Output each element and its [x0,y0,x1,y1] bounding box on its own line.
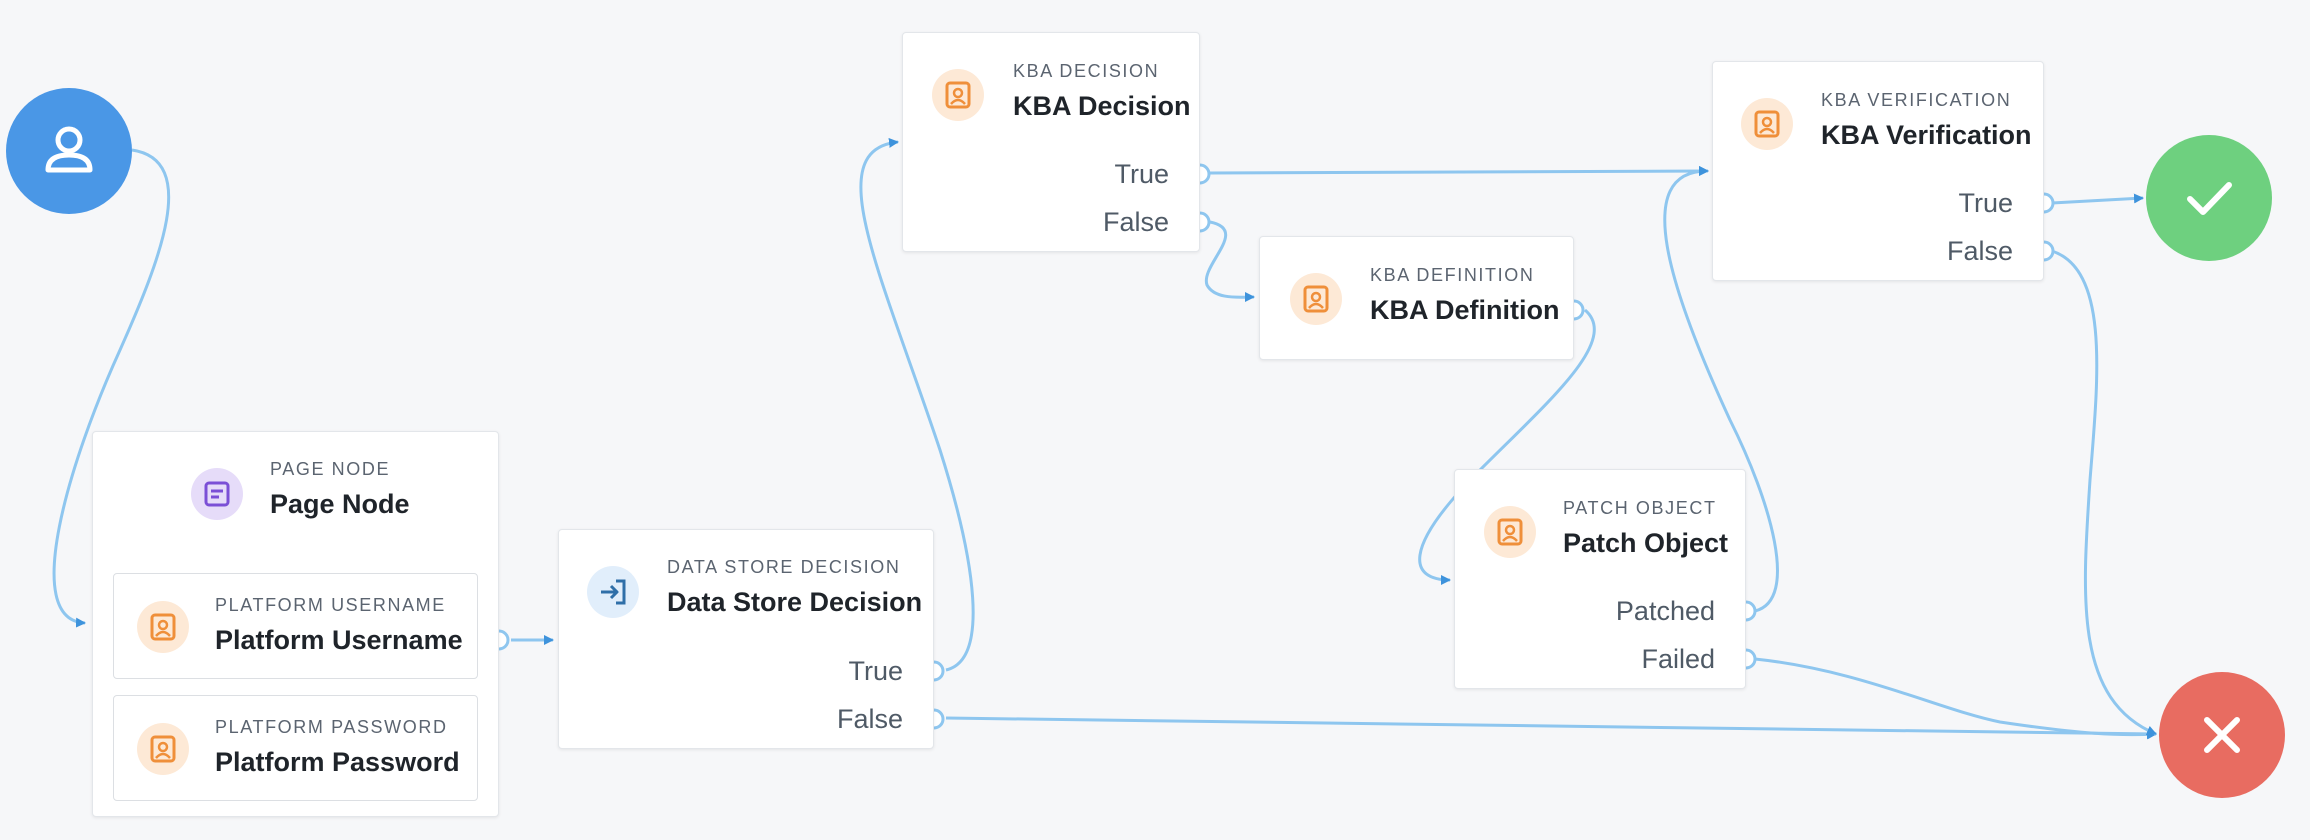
node-subtitle: DATA STORE DECISION [667,557,901,577]
outcome-label-true: True [1958,188,2013,218]
node-subtitle: KBA DEFINITION [1370,265,1535,285]
wire-data-store-false-to-failure [945,716,2157,739]
outcome-label-false: False [1102,207,1169,237]
person-card-icon [1290,273,1342,325]
wire-kba-decision-true-to-kba-verification [1209,166,1709,177]
node-title: Patch Object [1563,528,1729,558]
person-card-icon [1484,506,1536,558]
outcome-label-false: False [1946,236,2013,266]
outcome-label-patched: Patched [1615,596,1715,626]
failure-node[interactable] [2159,672,2285,798]
child-node-subtitle: PLATFORM USERNAME [215,595,446,615]
start-node[interactable] [6,88,132,214]
person-card-icon [1741,98,1793,150]
kba-verification-node[interactable]: KBA VERIFICATION KBA Verification True F… [1712,61,2044,281]
node-subtitle: KBA DECISION [1013,61,1160,81]
data-store-decision-node[interactable]: DATA STORE DECISION Data Store Decision … [558,529,934,749]
node-subtitle: PATCH OBJECT [1563,498,1717,518]
success-node[interactable] [2146,135,2272,261]
patch-object-node[interactable]: PATCH OBJECT Patch Object Patched Failed [1454,469,1746,689]
node-title: KBA Decision [1013,91,1191,121]
outcome-label-true: True [1114,159,1169,189]
node-subtitle: KBA VERIFICATION [1821,90,2012,110]
page-node[interactable]: PAGE NODE Page Node PLATFORM USERNAME Pl… [92,431,499,817]
wire-kba-verification-true-to-success [2051,193,2144,205]
close-icon [2204,717,2240,753]
user-icon [45,126,93,173]
node-title: Page Node [270,489,410,519]
kba-decision-node[interactable]: KBA DECISION KBA Decision True False [902,32,1200,252]
login-arrow-icon [587,566,639,618]
person-card-icon [137,601,189,653]
kba-definition-node[interactable]: KBA DEFINITION KBA Definition [1259,236,1574,360]
child-node-platform-username[interactable]: PLATFORM USERNAME Platform Username [113,573,478,679]
node-title: KBA Definition [1370,295,1560,325]
outcome-label-failed: Failed [1641,644,1715,674]
outcome-label-false: False [836,704,903,734]
wire-kba-decision-false-to-kba-definition [1204,220,1255,303]
outcome-label-true: True [848,656,903,686]
wire-patch-object-failed-to-failure [1754,657,2157,740]
check-icon [2187,182,2232,215]
child-node-title: Platform Username [215,625,463,655]
wire-kba-verification-false-to-failure [2051,249,2157,736]
node-title: Data Store Decision [667,587,923,617]
node-subtitle: PAGE NODE [270,459,391,479]
child-node-title: Platform Password [215,747,460,777]
child-node-platform-password[interactable]: PLATFORM PASSWORD Platform Password [113,695,478,801]
child-node-subtitle: PLATFORM PASSWORD [215,717,448,737]
person-card-icon [932,69,984,121]
person-card-icon [137,723,189,775]
page-icon [191,468,243,520]
node-title: KBA Verification [1821,120,2032,150]
